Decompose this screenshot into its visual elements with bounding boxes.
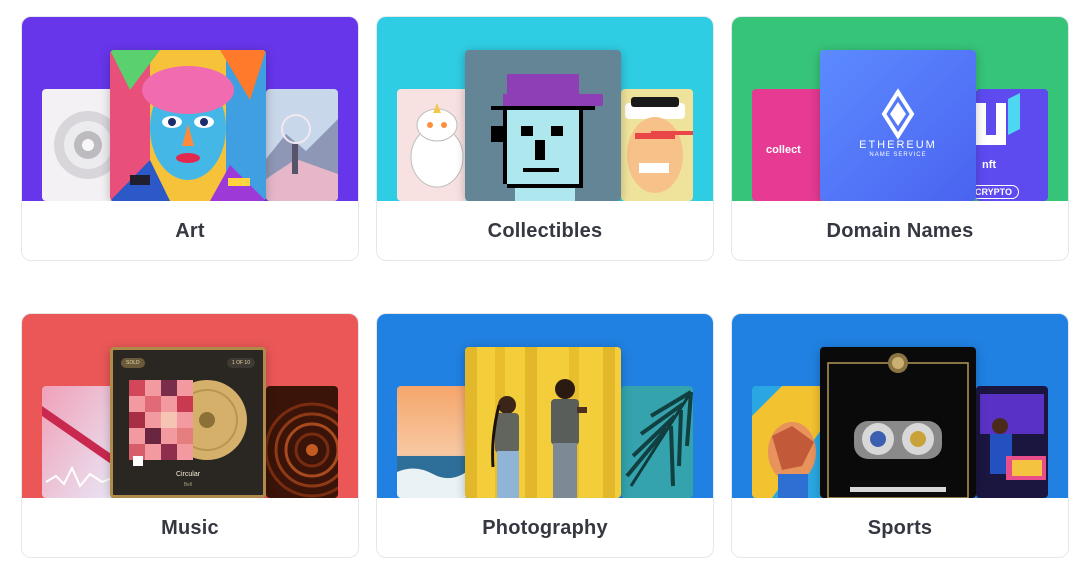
domain-thumb-right: nft CRYPTO: [976, 89, 1048, 201]
music-banner: SOLD 1 OF 10 Circular Bell: [22, 314, 358, 498]
domain-thumb-left-text: collect: [766, 144, 801, 156]
category-label: Collectibles: [487, 220, 603, 242]
art-thumb-center: [110, 50, 266, 201]
category-card-collectibles[interactable]: Collectibles: [376, 16, 714, 261]
music-thumb-left: [42, 386, 114, 498]
art-thumb-right: [266, 89, 338, 201]
photography-thumb-right: [621, 386, 693, 498]
collectibles-thumb-center: [465, 50, 621, 201]
category-label: Domain Names: [826, 220, 974, 242]
collectibles-banner: [377, 17, 713, 201]
sports-banner: [732, 314, 1068, 498]
category-label: Art: [175, 220, 205, 242]
domain-thumb-right-pill: CRYPTO: [976, 185, 1020, 199]
domain-names-banner: collect nft CRYPTO ETHEREUM NAME SERVICE: [732, 17, 1068, 201]
category-card-music[interactable]: SOLD 1 OF 10 Circular Bell Music: [21, 313, 359, 558]
category-card-photography[interactable]: Photography: [376, 313, 714, 558]
art-banner: [22, 17, 358, 201]
music-thumb-subtitle: Bell: [183, 482, 193, 488]
photography-thumb-center: [465, 347, 621, 498]
domain-thumb-center: ETHEREUM NAME SERVICE: [820, 50, 976, 201]
music-label-bar: Music: [22, 498, 358, 557]
art-thumb-left: [42, 89, 114, 201]
photography-banner: [377, 314, 713, 498]
domain-thumb-left: collect: [752, 89, 824, 201]
music-thumb-right: [266, 386, 338, 498]
music-thumb-title: Circular: [175, 471, 201, 478]
category-label: Sports: [867, 517, 933, 539]
domain-thumb-center-line1: ETHEREUM: [859, 139, 937, 151]
sports-label-bar: Sports: [732, 498, 1068, 557]
category-label: Music: [161, 517, 219, 539]
sports-thumb-right: [976, 386, 1048, 498]
photography-thumb-left: [397, 386, 469, 498]
collectibles-thumb-left: [397, 89, 469, 201]
photography-label-bar: Photography: [377, 498, 713, 557]
category-card-art[interactable]: Art: [21, 16, 359, 261]
domain-thumb-center-line2: NAME SERVICE: [869, 152, 927, 158]
domain-thumb-right-text: nft: [982, 159, 997, 171]
category-label: Photography: [482, 517, 608, 539]
collectibles-label-bar: Collectibles: [377, 201, 713, 260]
collectibles-thumb-right: [621, 89, 693, 201]
domain-names-label-bar: Domain Names: [732, 201, 1068, 260]
music-thumb-center: SOLD 1 OF 10 Circular Bell: [110, 347, 266, 498]
sports-thumb-center: [820, 347, 976, 498]
sports-thumb-left: [752, 386, 824, 498]
art-label-bar: Art: [22, 201, 358, 260]
category-card-domain-names[interactable]: collect nft CRYPTO ETHEREUM NAME SERVICE…: [731, 16, 1069, 261]
category-card-sports[interactable]: Sports: [731, 313, 1069, 558]
